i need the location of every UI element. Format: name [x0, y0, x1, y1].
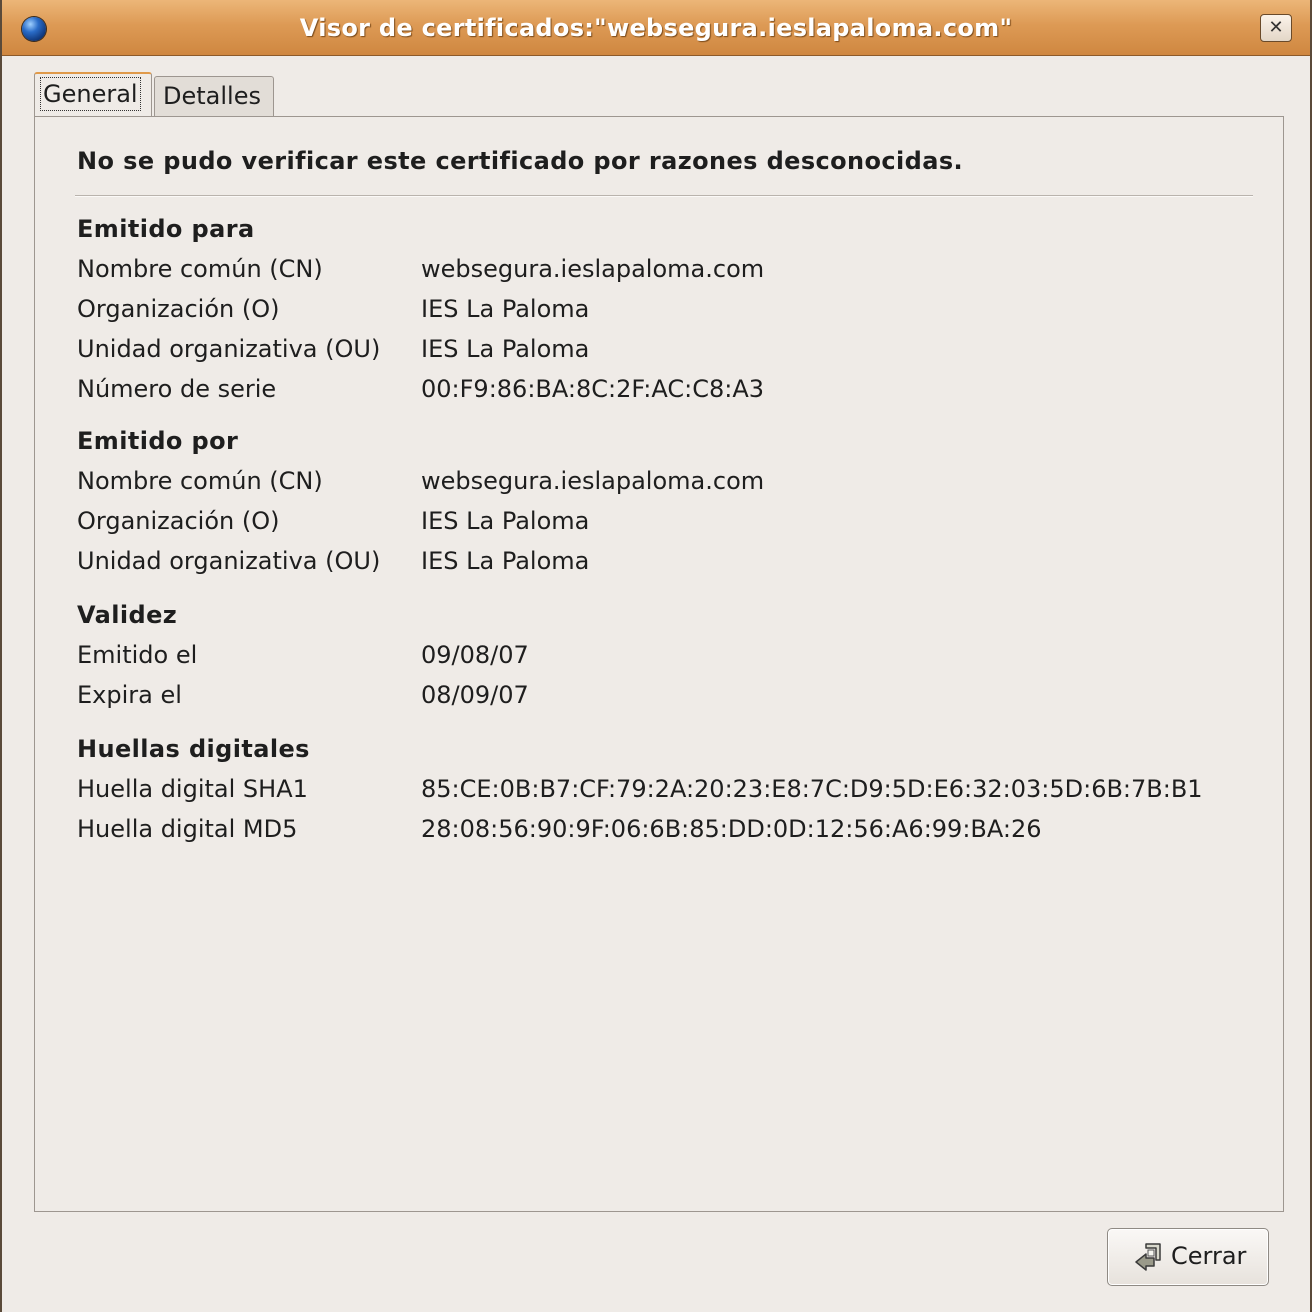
md5-fingerprint-value: 28:08:56:90:9F:06:6B:85:DD:0D:12:56:A6:9…: [421, 815, 1042, 843]
issued-on-label: Emitido el: [77, 641, 198, 669]
section-issued-to-title: Emitido para: [77, 215, 255, 243]
window-title: Visor de certificados:"websegura.ieslapa…: [299, 14, 1013, 42]
issued-by-o-value: IES La Paloma: [421, 507, 590, 535]
issued-by-ou-label: Unidad organizativa (OU): [77, 547, 381, 575]
issued-by-o-label: Organización (O): [77, 507, 280, 535]
close-door-icon: [1135, 1243, 1161, 1271]
issued-by-cn-value: websegura.ieslapaloma.com: [421, 467, 765, 495]
issued-by-cn-label: Nombre común (CN): [77, 467, 323, 495]
issued-to-o-value: IES La Paloma: [421, 295, 590, 323]
expires-on-label: Expira el: [77, 681, 182, 709]
sha1-fingerprint-value: 85:CE:0B:B7:CF:79:2A:20:23:E8:7C:D9:5D:E…: [421, 775, 1203, 803]
issued-on-value: 09/08/07: [421, 641, 529, 669]
tab-general[interactable]: General: [34, 72, 152, 118]
close-button-label: Cerrar: [1171, 1242, 1247, 1270]
window-close-button[interactable]: ✕: [1260, 14, 1292, 42]
tab-details[interactable]: Detalles: [154, 76, 274, 116]
close-button[interactable]: Cerrar: [1107, 1228, 1269, 1286]
issued-to-cn-value: websegura.ieslapaloma.com: [421, 255, 765, 283]
sha1-fingerprint-label: Huella digital SHA1: [77, 775, 308, 803]
tab-general-label: General: [40, 77, 141, 111]
expires-on-value: 08/09/07: [421, 681, 529, 709]
separator: [75, 195, 1253, 197]
tab-details-label: Detalles: [163, 82, 261, 110]
issued-to-o-label: Organización (O): [77, 295, 280, 323]
section-fingerprints-title: Huellas digitales: [77, 735, 310, 763]
title-bar[interactable]: Visor de certificados:"websegura.ieslapa…: [2, 0, 1310, 56]
issued-to-ou-label: Unidad organizativa (OU): [77, 335, 381, 363]
serial-number-label: Número de serie: [77, 375, 277, 403]
md5-fingerprint-label: Huella digital MD5: [77, 815, 298, 843]
section-issued-by-title: Emitido por: [77, 427, 239, 455]
verification-warning: No se pudo verificar este certificado po…: [77, 147, 964, 175]
general-tab-panel: No se pudo verificar este certificado po…: [34, 116, 1284, 1212]
issued-to-cn-label: Nombre común (CN): [77, 255, 323, 283]
issued-to-ou-value: IES La Paloma: [421, 335, 590, 363]
certificate-viewer-window: Visor de certificados:"websegura.ieslapa…: [0, 0, 1312, 1312]
serial-number-value: 00:F9:86:BA:8C:2F:AC:C8:A3: [421, 375, 765, 403]
section-validity-title: Validez: [77, 601, 178, 629]
issued-by-ou-value: IES La Paloma: [421, 547, 590, 575]
